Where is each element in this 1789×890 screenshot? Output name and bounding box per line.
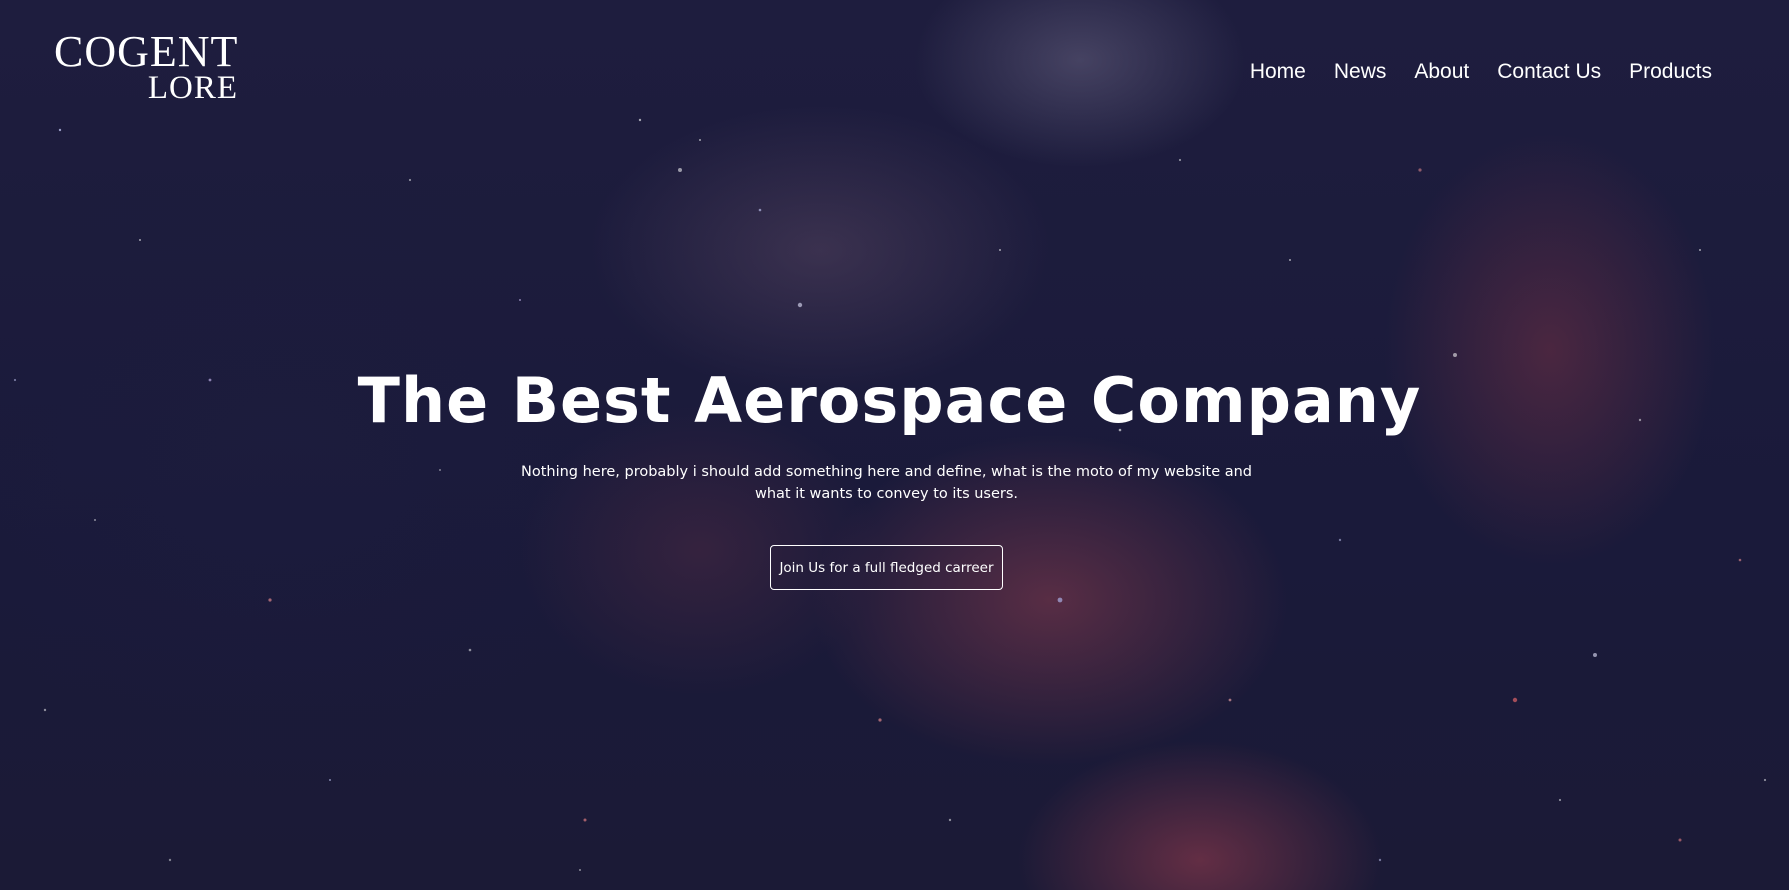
nav-item-news[interactable]: News (1334, 60, 1387, 84)
brand-logo[interactable]: COGENT LORE (54, 30, 240, 105)
hero-section: COGENT LORE Home News About Contact Us P… (0, 0, 1789, 890)
brand-logo-line2: LORE (147, 70, 238, 106)
hero-subtitle: Nothing here, probably i should add some… (520, 464, 1253, 502)
join-us-button[interactable]: Join Us for a full fledged carreer (770, 545, 1003, 590)
brand-logo-line1: COGENT (54, 27, 239, 76)
nav-item-about[interactable]: About (1414, 60, 1469, 84)
nav-item-contact-us[interactable]: Contact Us (1497, 60, 1601, 84)
main-nav: Home News About Contact Us Products (1250, 60, 1712, 84)
starfield-background (13, 118, 1767, 871)
hero-headline: The Best Aerospace Company (357, 364, 1422, 437)
nav-item-products[interactable]: Products (1629, 60, 1712, 84)
nav-item-home[interactable]: Home (1250, 60, 1306, 84)
